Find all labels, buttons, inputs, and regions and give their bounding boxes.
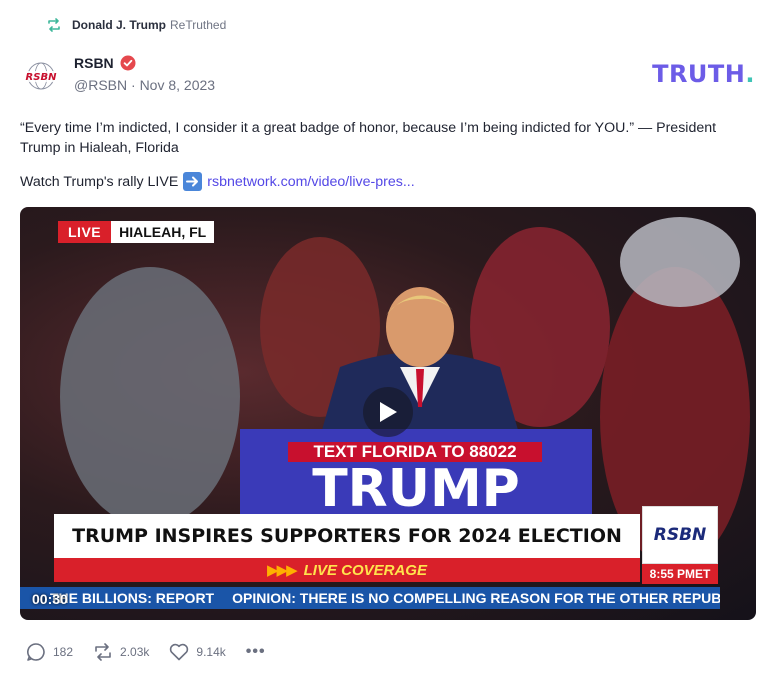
author-meta: @RSBN · Nov 8, 2023	[74, 77, 215, 93]
video-timestamp: 00:30	[32, 591, 68, 607]
reply-count: 182	[53, 645, 74, 659]
crowd-area	[620, 217, 740, 307]
avatar-text: RSBN	[26, 72, 58, 83]
reply-icon	[27, 643, 45, 661]
crowd-area	[60, 267, 240, 527]
live-tag: LIVE HIALEAH, FL	[58, 221, 215, 243]
right-arrow-icon	[183, 172, 203, 191]
retruth-icon	[48, 18, 60, 32]
broadcast-time: 8:55 PMET	[642, 564, 718, 584]
verified-badge-icon	[120, 55, 136, 71]
truth-social-logo[interactable]: TRUTH.	[652, 60, 755, 88]
truth-logo-dot: .	[745, 60, 755, 88]
live-location: HIALEAH, FL	[111, 221, 215, 243]
ticker-item: THE BILLIONS: REPORT	[50, 590, 215, 606]
ticker-item: OPINION: THERE IS NO COMPELLING REASON F…	[232, 590, 720, 606]
retruth-label: ReTruthed	[170, 18, 227, 32]
speaker-figure	[320, 287, 520, 437]
subheadline-text: LIVE COVERAGE	[303, 561, 427, 579]
retruth-user-name[interactable]: Donald J. Trump	[72, 18, 166, 32]
rsbn-avatar-logo: RSBN	[25, 62, 58, 90]
author-block: RSBN @RSBN · Nov 8, 2023	[74, 55, 215, 93]
headline-banner: TRUMP INSPIRES SUPPORTERS FOR 2024 ELECT…	[54, 514, 640, 558]
author-name[interactable]: RSBN	[74, 55, 114, 71]
author-handle[interactable]: @RSBN	[74, 77, 127, 93]
post-date[interactable]: Nov 8, 2023	[140, 77, 216, 93]
news-ticker: THE BILLIONS: REPORT OPINION: THERE IS N…	[20, 587, 720, 609]
post-text: “Every time I’m indicted, I consider it …	[20, 120, 717, 156]
play-icon	[380, 402, 397, 422]
reply-button[interactable]: 182	[26, 642, 73, 662]
watch-prefix: Watch Trump's rally LIVE	[20, 173, 179, 190]
more-options-button[interactable]: •••	[246, 643, 266, 661]
chevrons-icon: ▶▶▶	[267, 562, 298, 579]
corner-logo-text: RSBN	[653, 525, 707, 545]
retruth-count: 2.03k	[120, 645, 150, 659]
post-actions: 182 2.03k 9.14k •••	[26, 642, 266, 662]
rally-link[interactable]: rsbnetwork.com/video/live-pres...	[207, 174, 414, 190]
avatar[interactable]: RSBN	[20, 55, 62, 97]
like-button[interactable]: 9.14k	[169, 643, 226, 661]
retruth-action-icon	[95, 643, 111, 661]
like-count: 9.14k	[196, 645, 226, 659]
corner-logo: RSBN	[642, 506, 718, 564]
video-player[interactable]: TEXT FLORIDA TO 88022 TRUMP LIVE HIALEAH…	[20, 207, 756, 620]
post-watch-line: Watch Trump's rally LIVE rsbnetwork.com/…	[20, 172, 415, 191]
live-label: LIVE	[58, 221, 112, 243]
heart-icon	[170, 643, 189, 661]
play-button[interactable]	[363, 387, 413, 437]
retruth-button[interactable]: 2.03k	[93, 643, 149, 661]
podium-sign-main: TRUMP	[312, 459, 520, 519]
retruth-header: Donald J. Trump ReTruthed	[46, 18, 226, 32]
subheadline-banner: ▶▶▶ LIVE COVERAGE	[54, 558, 640, 582]
truth-logo-text: TRUTH	[652, 60, 746, 88]
meta-separator: ·	[131, 77, 140, 93]
